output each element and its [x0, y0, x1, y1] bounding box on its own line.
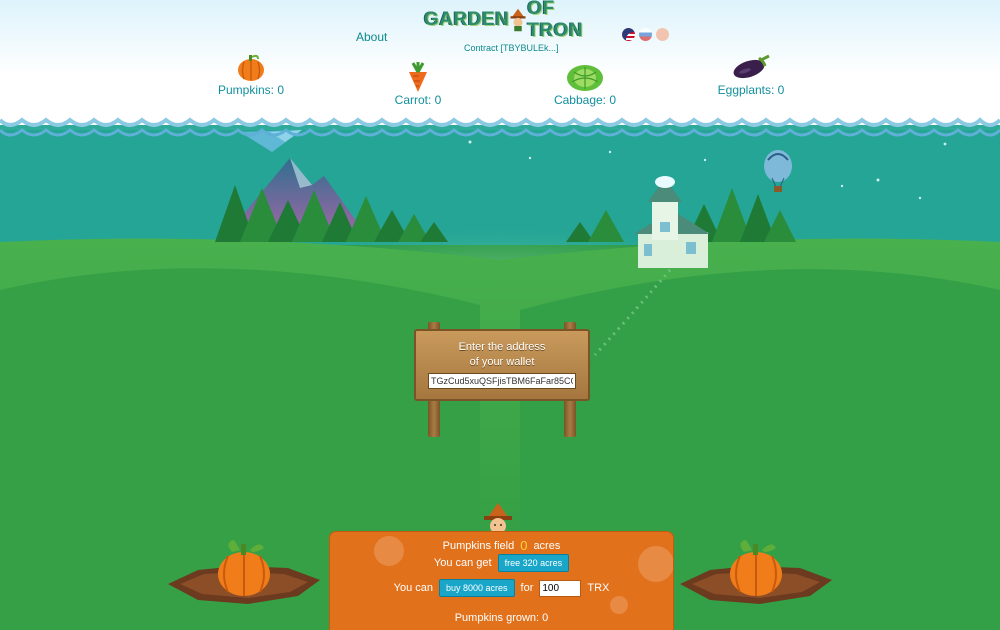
- carrot-count: Carrot: 0: [394, 93, 442, 107]
- game-scene: GARDEN OF TRON About Contract [TBYBULEk.…: [0, 0, 1000, 630]
- sign-title-line2: of your wallet: [469, 356, 535, 368]
- logo-word-of-tron: OF TRON: [527, 0, 584, 41]
- field-acres-unit: acres: [533, 539, 561, 552]
- logo-word-garden: GARDEN: [424, 9, 510, 30]
- buy-acres-row: You can buy 8000 acres for TRX: [330, 579, 673, 597]
- carrot-icon: [409, 62, 427, 92]
- can-get-label: You can get: [433, 557, 492, 569]
- about-link[interactable]: About: [356, 30, 387, 44]
- ru-flag-icon[interactable]: [639, 28, 652, 41]
- wallet-sign: Enter the address of your wallet: [414, 322, 590, 437]
- trx-amount-input[interactable]: [539, 579, 582, 597]
- game-logo[interactable]: GARDEN OF TRON: [424, 0, 594, 41]
- pumpkins-grown-label: Pumpkins grown: 0: [454, 612, 549, 624]
- pumpkin-icon: [238, 54, 264, 81]
- sign-board: Enter the address of your wallet: [414, 329, 590, 401]
- cabbage-icon: [567, 65, 603, 91]
- free-acres-row: You can get free 320 acres: [330, 554, 673, 572]
- eggplant-icon: [733, 54, 770, 79]
- field-acres-value: 0: [520, 538, 528, 553]
- trx-label: TRX: [587, 582, 610, 594]
- free-acres-button[interactable]: free 320 acres: [497, 554, 570, 572]
- us-flag-icon[interactable]: [622, 28, 635, 41]
- grown-row: Pumpkins grown: 0: [330, 612, 673, 624]
- cabbage-count: Cabbage: 0: [553, 93, 617, 107]
- sign-title-line1: Enter the address: [458, 341, 546, 353]
- field-acres-row: Pumpkins field 0 acres: [330, 538, 673, 553]
- buy-acres-button[interactable]: buy 8000 acres: [438, 579, 515, 597]
- eggplants-count: Eggplants: 0: [717, 83, 785, 97]
- scarecrow-icon: [482, 503, 514, 535]
- pumpkins-field-panel: Pumpkins field 0 acres You can get free …: [330, 532, 673, 630]
- can-label: You can: [393, 582, 433, 594]
- scarecrow-icon: [510, 8, 526, 32]
- pumpkin-patch-left: [168, 540, 320, 604]
- for-label: for: [520, 582, 534, 594]
- pumpkin-patch-right: [680, 540, 832, 604]
- cn-flag-icon[interactable]: [656, 28, 669, 41]
- wallet-address-input[interactable]: [428, 373, 576, 389]
- pumpkins-count: Pumpkins: 0: [217, 83, 285, 97]
- pumpkins-counter: Pumpkins: 0: [191, 52, 311, 97]
- carrot-counter: Carrot: 0: [358, 62, 478, 107]
- language-switcher: [622, 28, 669, 41]
- cloud-wave: [0, 106, 1000, 137]
- contract-link[interactable]: Contract [TBYBULEk...]: [464, 43, 559, 53]
- eggplant-counter: Eggplants: 0: [691, 52, 811, 97]
- cabbage-counter: Cabbage: 0: [525, 62, 645, 107]
- field-label: Pumpkins field: [442, 539, 515, 552]
